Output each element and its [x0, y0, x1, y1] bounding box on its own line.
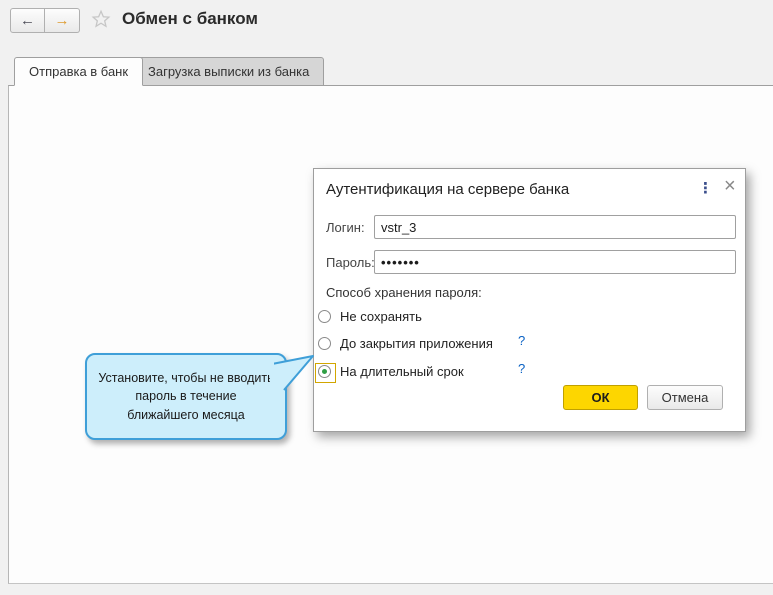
login-input[interactable]: vstr_3: [374, 215, 736, 239]
history-nav: ← →: [10, 8, 80, 33]
back-arrow-icon: ←: [20, 12, 35, 29]
forward-arrow-icon: →: [55, 12, 70, 29]
help-link-until-close[interactable]: ?: [518, 333, 525, 348]
radio-label: Не сохранять: [340, 309, 422, 324]
dialog-title: Аутентификация на сервере банка: [326, 181, 569, 198]
kebab-menu-button[interactable]: ⋮: [698, 179, 713, 197]
radio-label: До закрытия приложения: [340, 336, 493, 351]
forward-button[interactable]: →: [45, 8, 80, 33]
hint-callout-tail: [270, 350, 316, 394]
radio-selected-icon: [318, 365, 331, 378]
hint-line: ближайшего месяца: [127, 408, 245, 422]
password-label: Пароль:: [326, 255, 375, 270]
close-icon[interactable]: ×: [724, 175, 736, 198]
help-link-long-term[interactable]: ?: [518, 361, 525, 376]
hint-callout: Установите, чтобы не вводить пароль в те…: [85, 353, 287, 440]
radio-label: На длительный срок: [340, 364, 464, 379]
cancel-button[interactable]: Отмена: [647, 385, 723, 410]
radio-option-until-close[interactable]: До закрытия приложения: [318, 333, 493, 353]
tab-send-to-bank[interactable]: Отправка в банк: [14, 57, 143, 86]
login-label: Логин:: [326, 220, 365, 235]
radio-icon: [318, 337, 331, 350]
radio-option-long-term[interactable]: На длительный срок: [318, 361, 464, 381]
password-input[interactable]: •••••••: [374, 250, 736, 274]
radio-icon: [318, 310, 331, 323]
page-title: Обмен с банком: [122, 9, 258, 29]
bank-exchange-window: ← → Обмен с банком Отправка в банк Загру…: [0, 0, 773, 595]
hint-line: пароль в течение: [135, 389, 236, 403]
auth-dialog: Аутентификация на сервере банка ⋮ × Логи…: [313, 168, 746, 432]
radio-option-no-save[interactable]: Не сохранять: [318, 306, 422, 326]
favorite-star-icon[interactable]: [90, 8, 112, 30]
back-button[interactable]: ←: [10, 8, 45, 33]
tab-load-statement[interactable]: Загрузка выписки из банка: [133, 57, 324, 86]
ok-button[interactable]: ОК: [563, 385, 638, 410]
storage-method-label: Способ хранения пароля:: [326, 285, 482, 300]
radio-focus-frame: [315, 363, 336, 383]
hint-line: Установите, чтобы не вводить: [98, 371, 273, 385]
